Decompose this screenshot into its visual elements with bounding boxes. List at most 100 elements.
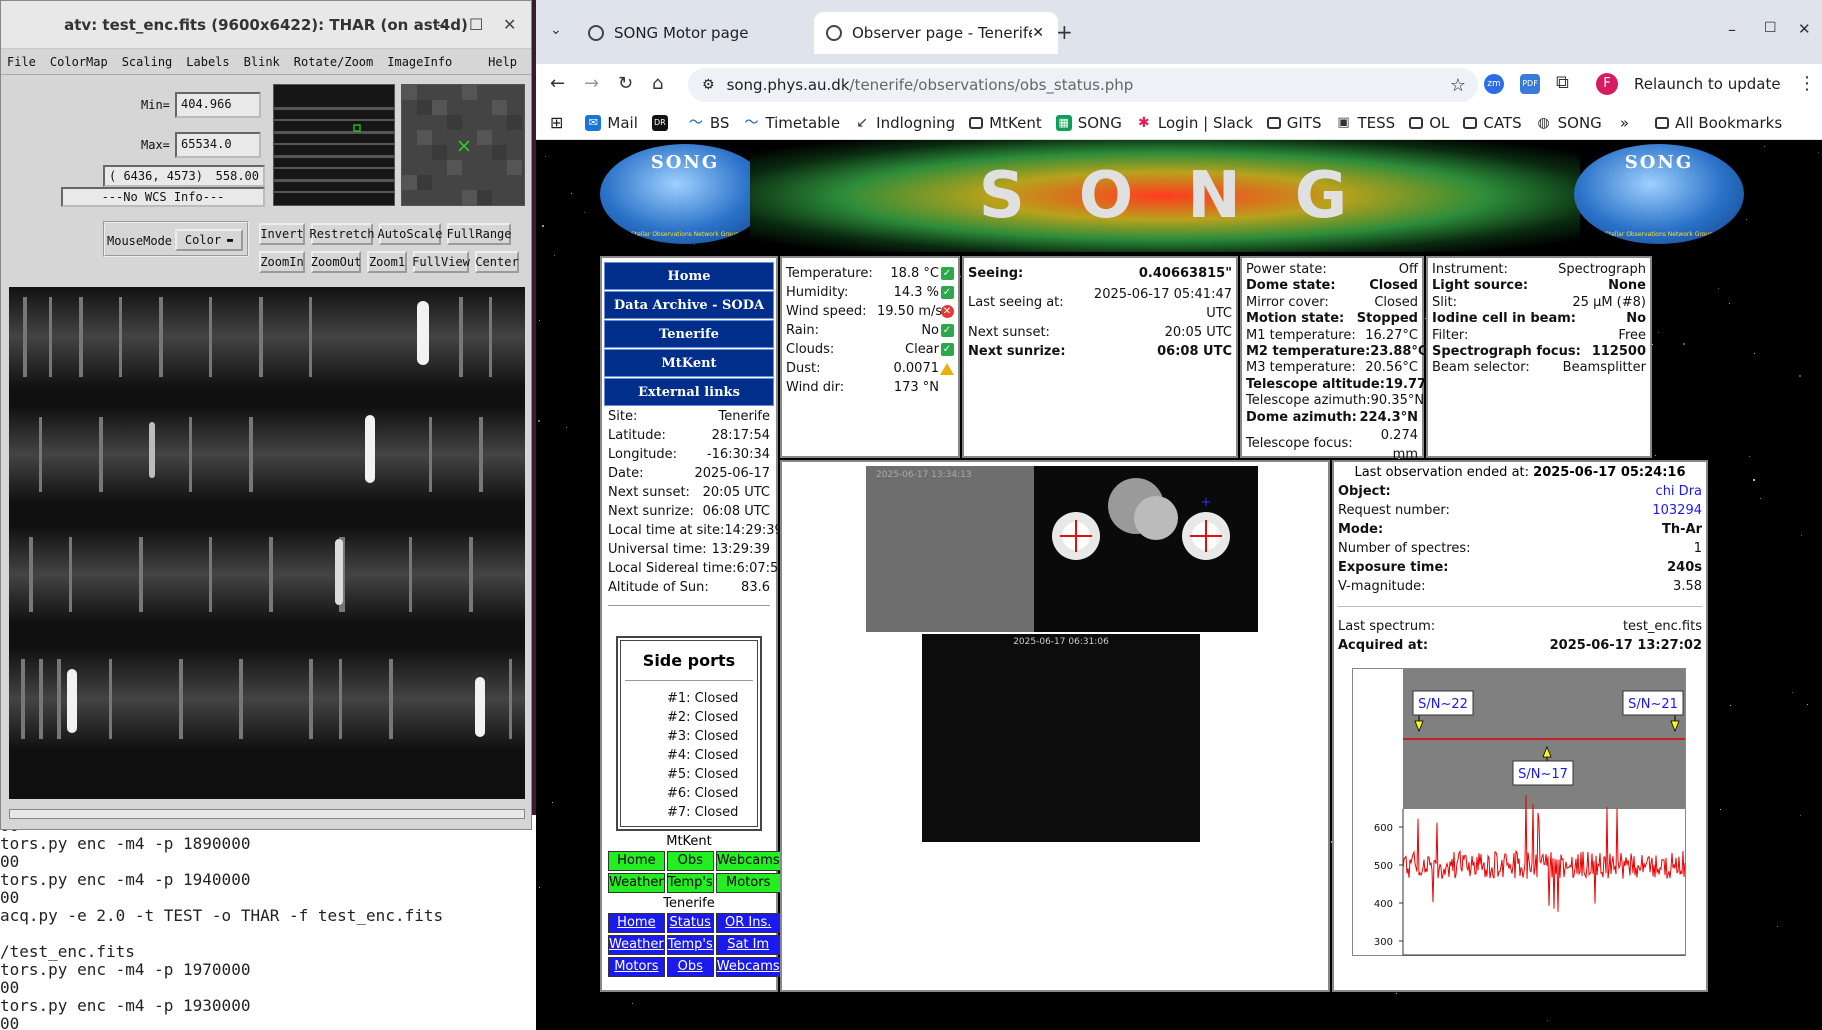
tenerife-link-status[interactable]: Status	[666, 913, 714, 933]
slack-icon: ✱	[1135, 114, 1152, 131]
min-input[interactable]: 404.966	[175, 92, 261, 118]
minimize-icon[interactable]: –	[437, 15, 445, 34]
bookmark-gits[interactable]: GITS	[1266, 114, 1322, 132]
maximize-icon[interactable]: ☐	[469, 15, 483, 34]
bookmark-indlogning[interactable]: ↙ Indlogning	[854, 114, 955, 132]
max-input[interactable]: 65534.0	[175, 132, 261, 158]
nav-home[interactable]: Home	[604, 262, 774, 290]
bookmark-star-icon[interactable]: ☆	[1450, 75, 1466, 96]
site-info-row: Next sunrize: 06:08 UTC	[608, 504, 770, 519]
pan-window[interactable]	[273, 84, 395, 206]
reload-icon[interactable]: ↻	[618, 73, 633, 94]
atv-main-image[interactable]	[9, 287, 525, 799]
new-tab-icon[interactable]: +	[1056, 20, 1073, 44]
tenerife-link-satim[interactable]: Sat Im	[715, 935, 781, 955]
pdf-extension-icon[interactable]: PDF	[1520, 74, 1540, 94]
star	[539, 887, 540, 888]
terminal-line: acq.py -e 2.0 -t TEST -o THAR -f test_en…	[0, 906, 444, 925]
star	[1655, 455, 1656, 456]
nav-external-links[interactable]: External links	[604, 378, 774, 406]
tenerife-link-weather[interactable]: Weather	[608, 935, 665, 955]
nav-mtkent[interactable]: MtKent	[604, 349, 774, 377]
atv-horizontal-scrollbar[interactable]	[9, 809, 525, 819]
menu-help[interactable]: Help	[488, 55, 517, 69]
more-bookmarks-icon[interactable]: »	[1620, 114, 1629, 132]
forward-icon[interactable]: →	[584, 73, 599, 94]
tenerife-link-home[interactable]: Home	[608, 913, 665, 933]
zoom-window[interactable]	[401, 84, 525, 206]
allsky-camera-image[interactable]: 2025-06-17 06:31:06	[922, 634, 1200, 842]
zoom-extension-icon[interactable]: zm	[1484, 74, 1504, 94]
mtkent-link-home[interactable]: Home	[608, 851, 665, 871]
menu-file[interactable]: File	[7, 55, 36, 69]
menu-blink[interactable]: Blink	[244, 55, 280, 69]
tenerife-link-motors[interactable]: Motors	[608, 957, 665, 977]
kebab-menu-icon[interactable]: ⋮	[1798, 73, 1816, 94]
atv-titlebar[interactable]: atv: test_enc.fits (9600x6422): THAR (on…	[1, 1, 531, 49]
close-icon[interactable]: ✕	[1798, 20, 1811, 38]
bookmark-timetable[interactable]: 〜 Timetable	[743, 114, 840, 132]
sn-label-right: S/N~21	[1628, 697, 1678, 712]
address-bar[interactable]: ⚙ song.phys.au.dk /tenerife/observations…	[688, 68, 1478, 102]
menu-rotate-zoom[interactable]: Rotate/Zoom	[294, 55, 373, 69]
bookmark-song-globe[interactable]: ◍ SONG	[1535, 114, 1602, 132]
tab-song-motor[interactable]: SONG Motor page ✕	[576, 12, 840, 54]
bookmark-mtkent[interactable]: MtKent	[969, 114, 1042, 132]
mousemode-dropdown[interactable]: Color ▬	[175, 229, 243, 251]
terminal-window[interactable]: 00 tors.py enc -m4 -p 1890000 00 tors.py…	[0, 815, 540, 1030]
restretch-button[interactable]: Restretch	[309, 223, 375, 245]
center-button[interactable]: Center	[475, 251, 519, 273]
star	[1801, 535, 1802, 536]
zoomout-button[interactable]: ZoomOut	[311, 251, 361, 273]
bookmark-cats[interactable]: CATS	[1463, 114, 1522, 132]
zoomin-button[interactable]: ZoomIn	[259, 251, 305, 273]
bookmark-tess[interactable]: ▣ TESS	[1335, 114, 1395, 132]
close-tab-icon[interactable]: ✕	[1032, 25, 1044, 41]
bookmark-song-sheet[interactable]: ▦ SONG	[1055, 114, 1122, 132]
nav-tenerife[interactable]: Tenerife	[604, 320, 774, 348]
menu-scaling[interactable]: Scaling	[122, 55, 173, 69]
mtkent-link-weather[interactable]: Weather	[608, 873, 665, 893]
menu-colormap[interactable]: ColorMap	[50, 55, 108, 69]
mtkent-link-temps[interactable]: Temp's	[666, 873, 714, 893]
maximize-icon[interactable]: ☐	[1764, 20, 1777, 36]
invert-button[interactable]: Invert	[259, 223, 305, 245]
mtkent-link-motors[interactable]: Motors	[715, 873, 781, 893]
guider-camera-image[interactable]: 2025-06-17 13:34:13	[866, 466, 1258, 632]
bookmark-ol[interactable]: OL	[1409, 114, 1449, 132]
tenerife-link-orins[interactable]: OR Ins.	[715, 913, 781, 933]
bookmark-slack[interactable]: ✱ Login | Slack	[1135, 114, 1253, 132]
fullview-button[interactable]: FullView	[412, 251, 470, 273]
menu-labels[interactable]: Labels	[186, 55, 229, 69]
tenerife-link-temps[interactable]: Temp's	[666, 935, 714, 955]
nav-data-archive[interactable]: Data Archive - SODA	[604, 291, 774, 319]
site-info-icon[interactable]: ⚙	[702, 77, 715, 93]
bookmark-dr[interactable]: DR	[651, 114, 674, 131]
fullrange-button[interactable]: FullRange	[446, 223, 512, 245]
all-bookmarks[interactable]: All Bookmarks	[1655, 114, 1782, 132]
close-icon[interactable]: ✕	[503, 15, 516, 34]
star	[542, 225, 544, 227]
mtkent-link-webcams[interactable]: Webcams	[715, 851, 781, 871]
apps-grid-icon[interactable]: ⊞	[550, 113, 563, 132]
back-icon[interactable]: ←	[550, 73, 565, 94]
minimize-icon[interactable]: –	[1728, 20, 1736, 39]
menu-imageinfo[interactable]: ImageInfo	[387, 55, 452, 69]
tab-observer-page[interactable]: Observer page - Tenerife ✕	[814, 12, 1058, 54]
bookmark-mail[interactable]: ✉ Mail	[585, 114, 638, 132]
tab-search-icon[interactable]: ⌄	[550, 22, 562, 38]
tenerife-link-webcams[interactable]: Webcams	[715, 957, 781, 977]
page-viewport[interactable]: SONG Stellar Observations Network Group …	[536, 140, 1822, 1030]
obs-link[interactable]: 103294	[1652, 501, 1702, 520]
sheets-icon: ▦	[1055, 114, 1072, 131]
profile-avatar[interactable]: F	[1596, 73, 1618, 95]
relaunch-button[interactable]: Relaunch to update	[1634, 75, 1781, 93]
home-icon[interactable]: ⌂	[652, 73, 663, 94]
mtkent-link-obs[interactable]: Obs	[666, 851, 714, 871]
tenerife-link-obs[interactable]: Obs	[666, 957, 714, 977]
extensions-icon[interactable]: ⧉	[1556, 72, 1569, 93]
zoom1-button[interactable]: Zoom1	[367, 251, 407, 273]
autoscale-button[interactable]: AutoScale	[377, 223, 443, 245]
bookmark-bs[interactable]: 〜 BS	[687, 114, 729, 132]
obs-link[interactable]: chi Dra	[1656, 482, 1702, 501]
